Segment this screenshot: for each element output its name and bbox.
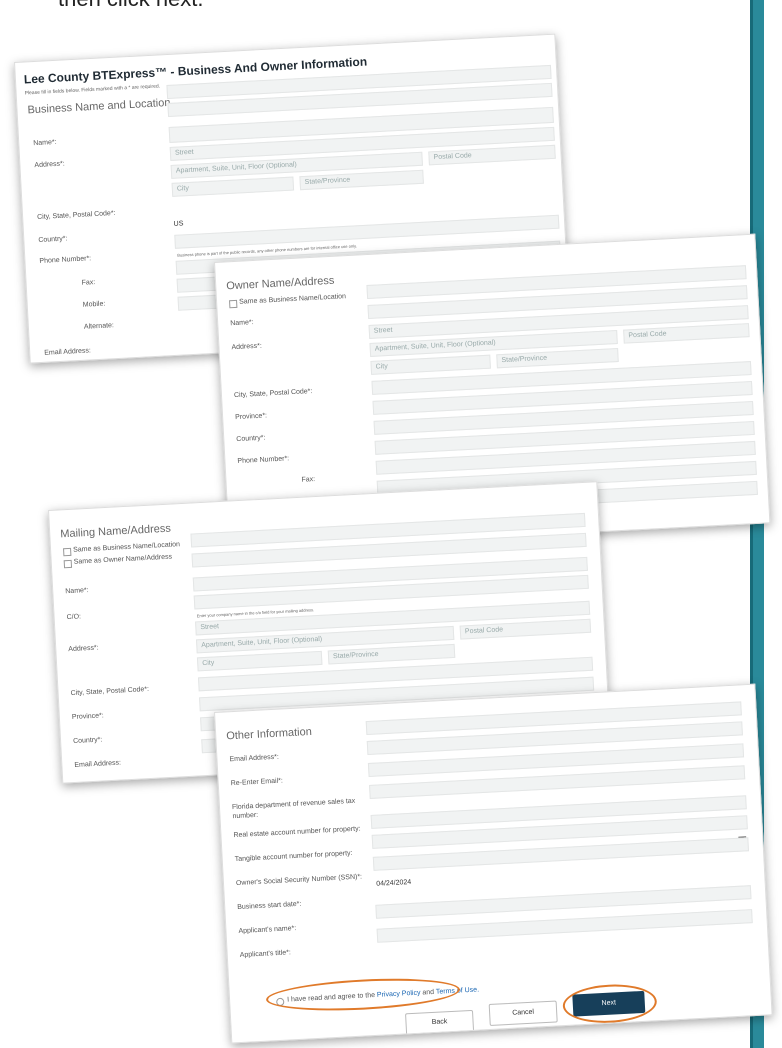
other-reenter-email-label: Re-Enter Email*: <box>230 777 284 788</box>
section-heading-business: Business Name and Location <box>27 96 171 117</box>
other-real-estate-label: Real estate account number for property: <box>233 825 361 840</box>
other-applicant-title-label: Applicant's title*: <box>239 949 292 959</box>
owner-postal-input[interactable]: Postal Code <box>623 323 750 344</box>
other-ssn-label: Owner's Social Security Number (SSN)*: <box>235 873 363 888</box>
owner-city-input[interactable]: City <box>370 354 491 375</box>
other-info-panel: Other Information Email Address*: Re-Ent… <box>214 683 773 1044</box>
other-tangible-label: Tangible account number for property: <box>234 849 353 864</box>
other-start-date-value[interactable]: 04/24/2024 <box>376 879 411 888</box>
mailing-same-as-business-checkbox[interactable] <box>63 547 72 557</box>
business-address-label: Address*: <box>34 160 65 170</box>
owner-state-input[interactable]: State/Province <box>496 347 619 369</box>
instruction-text: then click next. <box>58 0 204 12</box>
section-heading-other: Other Information <box>225 725 313 743</box>
other-sales-tax-label-line2: number: <box>232 811 259 821</box>
next-highlight-oval <box>561 982 658 1026</box>
other-sales-tax-label: Florida department of revenue sales tax <box>231 797 356 812</box>
mailing-same-as-owner-label: Same as Owner Name/Address <box>73 553 173 566</box>
section-heading-owner: Owner Name/Address <box>225 274 335 293</box>
agree-highlight-oval <box>265 974 461 1015</box>
mailing-province-label: Province*: <box>71 712 104 722</box>
owner-address-label: Address*: <box>231 342 263 352</box>
other-email-label: Email Address*: <box>229 753 280 764</box>
business-alternate-label: Alternate: <box>83 322 115 331</box>
mailing-email-label: Email Address: <box>74 759 122 769</box>
business-phone-label: Phone Number*: <box>39 255 92 265</box>
owner-city-state-label: City, State, Postal Code*: <box>233 388 313 400</box>
business-city-input[interactable]: City <box>171 176 295 197</box>
mailing-same-as-business-label: Same as Business Name/Location <box>72 541 181 554</box>
business-mobile-label: Mobile: <box>82 300 106 309</box>
owner-fax-label: Fax: <box>301 476 316 484</box>
cancel-button[interactable]: Cancel <box>488 1000 558 1026</box>
mailing-co-label: C/O: <box>66 613 82 622</box>
business-state-input[interactable]: State/Province <box>299 169 424 191</box>
owner-same-as-business-label: Same as Business Name/Location <box>238 293 347 306</box>
business-email-label: Email Address: <box>44 347 92 357</box>
back-button[interactable]: Back <box>405 1009 475 1036</box>
mailing-state-input[interactable]: State/Province <box>327 643 456 665</box>
owner-province-label: Province*: <box>234 412 268 422</box>
mailing-postal-input[interactable]: Postal Code <box>459 618 592 640</box>
mailing-city-input[interactable]: City <box>196 650 323 672</box>
business-country-label: Country*: <box>38 235 68 244</box>
other-start-date-label: Business start date*: <box>237 900 302 912</box>
mailing-name-label: Name*: <box>65 586 89 596</box>
owner-phone-label: Phone Number*: <box>237 455 290 466</box>
owner-same-as-business-checkbox[interactable] <box>229 299 238 309</box>
section-heading-mailing: Mailing Name/Address <box>59 522 172 541</box>
other-applicant-name-label: Applicant's name*: <box>238 924 297 936</box>
business-city-state-label: City, State, Postal Code*: <box>36 209 116 221</box>
business-postal-input[interactable]: Postal Code <box>428 144 556 166</box>
business-fax-label: Fax: <box>81 279 96 287</box>
mailing-same-as-owner-checkbox[interactable] <box>63 559 73 569</box>
business-name-label: Name*: <box>33 138 57 148</box>
mailing-address-label: Address*: <box>68 644 99 654</box>
owner-country-label: Country*: <box>236 434 266 444</box>
owner-name-label: Name*: <box>230 319 254 328</box>
mailing-city-state-label: City, State, Postal Code*: <box>70 685 150 698</box>
mailing-country-label: Country*: <box>72 736 103 745</box>
business-country-value[interactable]: US <box>174 220 184 227</box>
